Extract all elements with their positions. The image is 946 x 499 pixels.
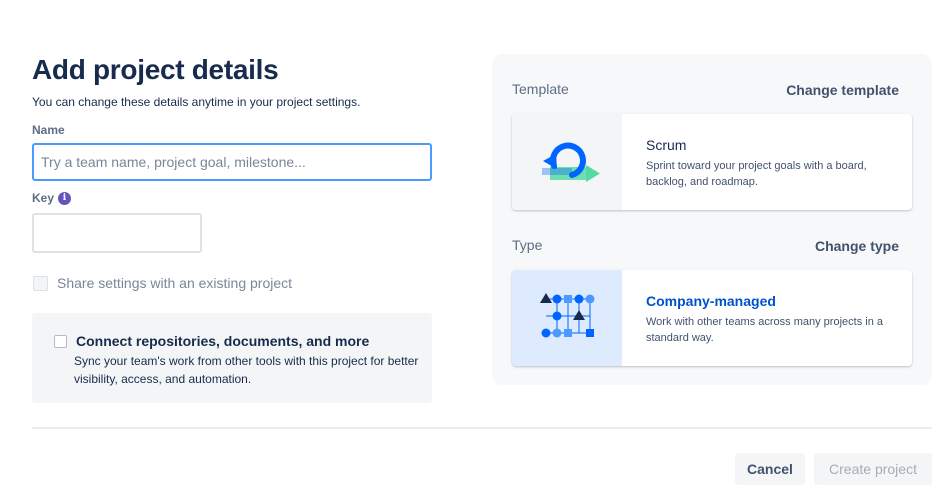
template-card[interactable]: Scrum Sprint toward your project goals w… bbox=[512, 114, 912, 210]
connect-tools-description: Sync your team's work from other tools w… bbox=[74, 354, 419, 386]
share-settings-checkbox[interactable] bbox=[33, 275, 48, 291]
type-card-title: Company-managed bbox=[646, 293, 776, 309]
page-subtitle: You can change these details anytime in … bbox=[32, 95, 361, 109]
connect-tools-checkbox[interactable] bbox=[54, 335, 67, 348]
footer-divider bbox=[32, 427, 932, 429]
name-label: Name bbox=[32, 123, 65, 137]
create-project-button[interactable]: Create project bbox=[814, 453, 932, 485]
share-settings-row: Share settings with an existing project bbox=[33, 275, 292, 291]
info-icon[interactable]: i bbox=[58, 191, 72, 205]
name-input[interactable] bbox=[32, 143, 432, 181]
key-label-row: Key i bbox=[32, 191, 72, 205]
key-label: Key bbox=[32, 191, 55, 205]
workflow-diagram-icon bbox=[512, 270, 622, 366]
connect-tools-panel: Connect repositories, documents, and mor… bbox=[32, 313, 432, 403]
connect-tools-title: Connect repositories, documents, and mor… bbox=[76, 333, 370, 349]
key-input[interactable] bbox=[32, 213, 202, 253]
type-label: Type bbox=[512, 237, 543, 253]
change-type-button[interactable]: Change type bbox=[815, 238, 899, 254]
template-card-description: Sprint toward your project goals with a … bbox=[646, 160, 867, 188]
type-card[interactable]: Company-managed Work with other teams ac… bbox=[512, 270, 912, 366]
template-label: Template bbox=[512, 81, 569, 97]
type-card-description: Work with other teams across many projec… bbox=[646, 316, 883, 344]
share-settings-label: Share settings with an existing project bbox=[57, 275, 293, 291]
scrum-cycle-icon bbox=[512, 114, 622, 210]
page-title: Add project details bbox=[32, 54, 279, 85]
project-type-panel: Template Change template Scrum Sprint to… bbox=[492, 54, 932, 385]
change-template-button[interactable]: Change template bbox=[786, 82, 899, 98]
template-card-title: Scrum bbox=[646, 137, 687, 153]
cancel-button[interactable]: Cancel bbox=[735, 453, 805, 485]
